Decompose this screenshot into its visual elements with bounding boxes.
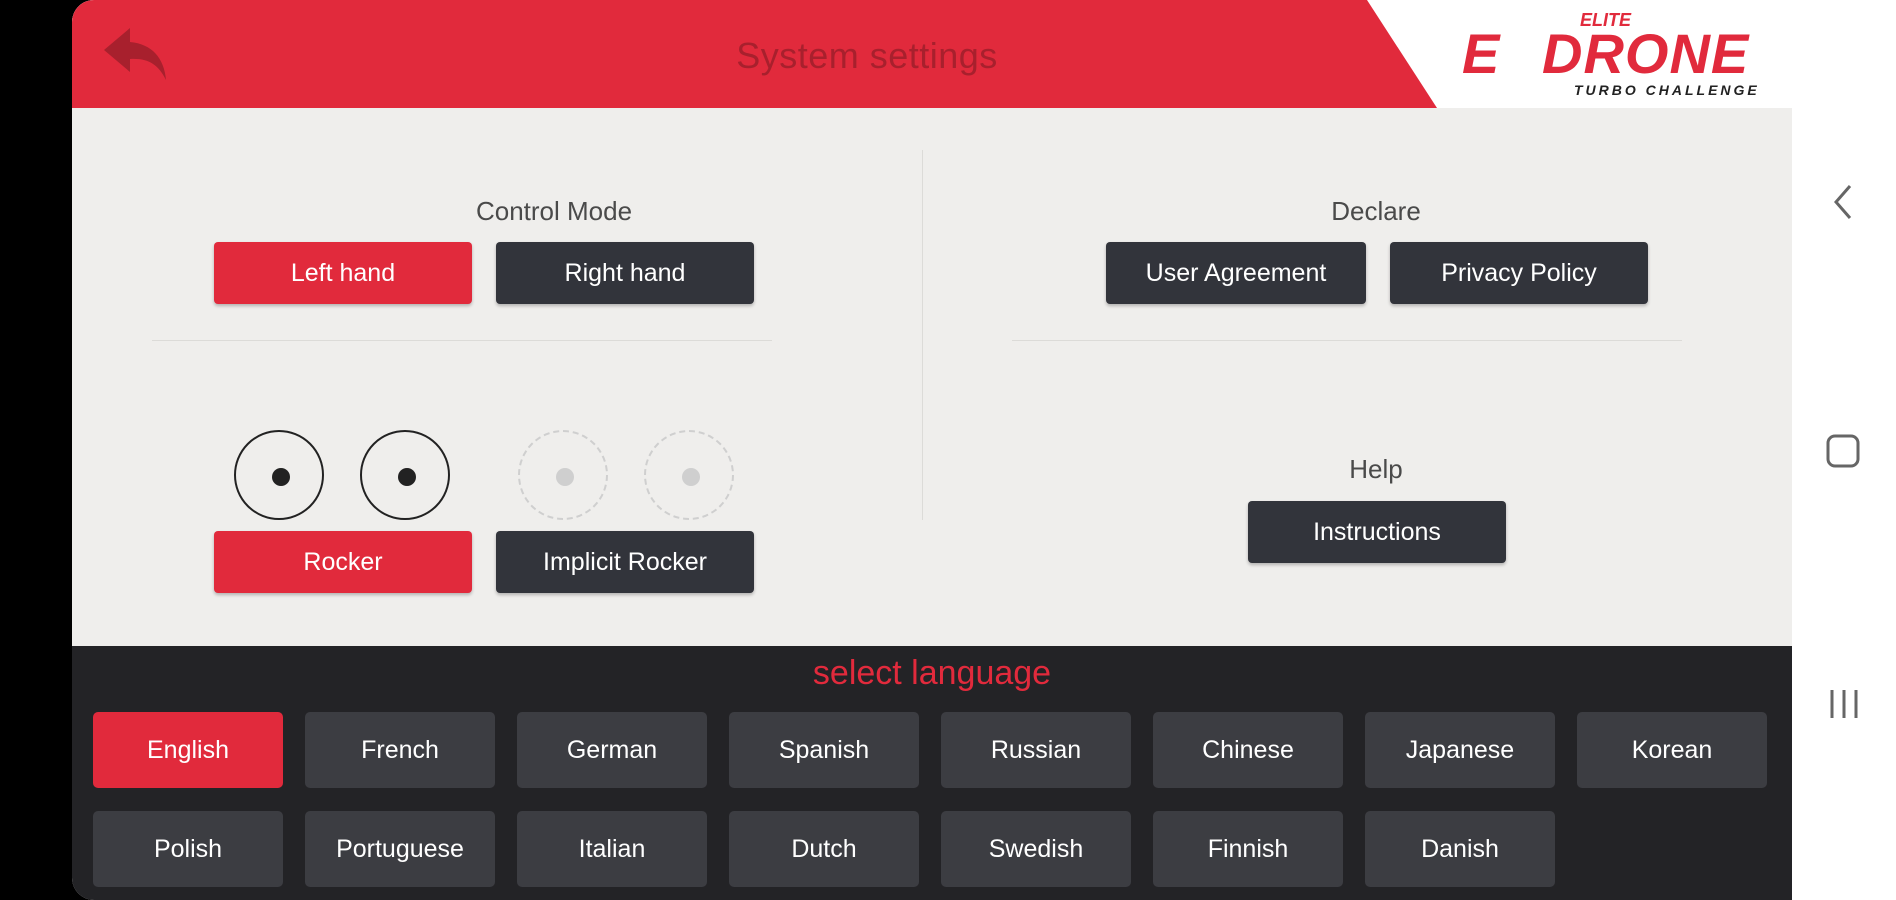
logo-bolt-mark: E [1462,22,1500,85]
nav-home-icon[interactable] [1824,432,1864,477]
system-navigation-bar [1792,0,1896,900]
language-finnish[interactable]: Finnish [1153,811,1343,887]
language-japanese[interactable]: Japanese [1365,712,1555,788]
language-chinese[interactable]: Chinese [1153,712,1343,788]
vertical-divider [922,150,923,520]
page-title-text: System settings [736,35,998,76]
divider-right [1012,340,1682,341]
left-hand-button[interactable]: Left hand [214,242,472,304]
language-italian[interactable]: Italian [517,811,707,887]
language-german[interactable]: German [517,712,707,788]
language-polish[interactable]: Polish [93,811,283,887]
language-title: select language [812,654,1052,692]
language-panel: select language English French German Sp… [72,646,1792,900]
implicit-joystick-right-icon [644,430,734,520]
divider-left [152,340,772,341]
language-french[interactable]: French [305,712,495,788]
language-russian[interactable]: Russian [941,712,1131,788]
rocker-button[interactable]: Rocker [214,531,472,593]
help-label: Help [1349,454,1403,484]
implicit-joystick-left-icon [518,430,608,520]
language-swedish[interactable]: Swedish [941,811,1131,887]
privacy-policy-button[interactable]: Privacy Policy [1390,242,1648,304]
right-hand-button[interactable]: Right hand [496,242,754,304]
language-english[interactable]: English [93,712,283,788]
elite-drone-logo: E ELITE DRONE TURBO CHALLENGE [1462,10,1772,100]
control-mode-label: Control Mode [475,196,633,226]
language-portuguese[interactable]: Portuguese [305,811,495,887]
logo-drone: DRONE [1542,22,1750,85]
language-danish[interactable]: Danish [1365,811,1555,887]
nav-back-icon[interactable] [1824,180,1864,229]
language-korean[interactable]: Korean [1577,712,1767,788]
rocker-joystick-left-icon [234,430,324,520]
instructions-button[interactable]: Instructions [1248,501,1506,563]
rocker-joystick-right-icon [360,430,450,520]
app-window: System settings E ELITE DRONE TURBO CHAL… [72,0,1792,900]
logo-subtitle: TURBO CHALLENGE [1574,82,1760,98]
nav-recents-icon[interactable] [1824,682,1864,731]
language-spanish[interactable]: Spanish [729,712,919,788]
language-dutch[interactable]: Dutch [729,811,919,887]
implicit-rocker-button[interactable]: Implicit Rocker [496,531,754,593]
user-agreement-button[interactable]: User Agreement [1106,242,1366,304]
declare-label: Declare [1331,196,1421,226]
